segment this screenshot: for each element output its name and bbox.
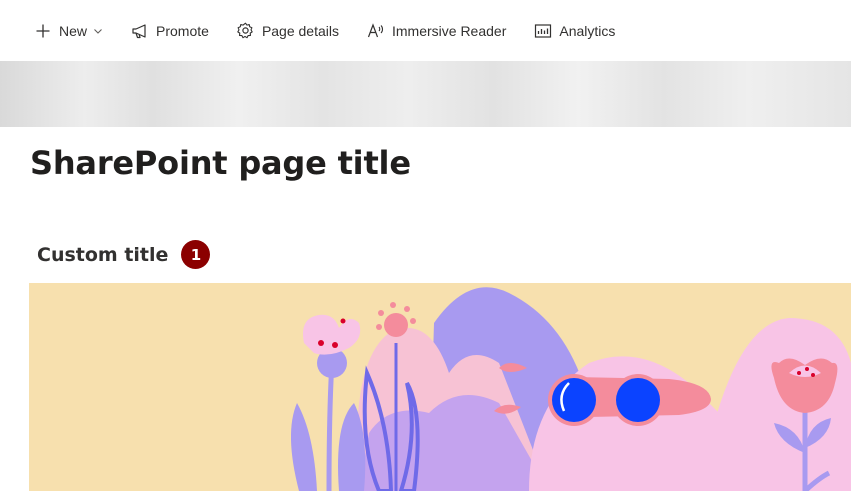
analytics-icon [534, 22, 552, 40]
page-details-button[interactable]: Page details [237, 13, 339, 49]
gear-icon [237, 22, 255, 40]
command-bar: New Promote Page details Immersive Reade… [0, 0, 851, 61]
hero-illustration [29, 283, 851, 491]
promote-label: Promote [156, 22, 209, 39]
header-banner-image [0, 61, 851, 127]
analytics-label: Analytics [559, 22, 616, 39]
new-button[interactable]: New [34, 13, 103, 49]
chevron-down-icon [93, 27, 103, 35]
immersive-reader-icon [367, 22, 385, 40]
page-title: SharePoint page title [30, 144, 411, 182]
step-badge: 1 [181, 240, 211, 269]
section-title: Custom title [37, 243, 169, 266]
immersive-reader-label: Immersive Reader [392, 22, 507, 39]
plus-icon [34, 22, 52, 40]
promote-button[interactable]: Promote [131, 13, 209, 49]
megaphone-icon [131, 22, 149, 40]
section-header: Custom title 1 [37, 240, 211, 269]
immersive-reader-button[interactable]: Immersive Reader [367, 13, 506, 49]
analytics-button[interactable]: Analytics [534, 13, 615, 49]
new-label: New [59, 22, 88, 39]
page-details-label: Page details [261, 22, 339, 39]
